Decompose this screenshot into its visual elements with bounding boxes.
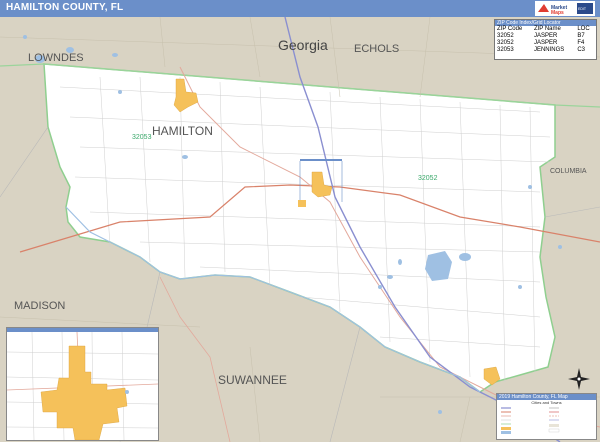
inset-map-jasper[interactable] (6, 327, 159, 441)
zip-cell: JASPER (533, 40, 558, 46)
zip-col-header: ZIP Code (497, 26, 523, 32)
svg-text:EDIT: EDIT (578, 7, 587, 11)
market-maps-logo: Market Maps EDIT (535, 1, 595, 16)
label-georgia: Georgia (278, 37, 328, 53)
zip-cell: 32052 (497, 40, 514, 46)
compass-rose-icon (568, 368, 590, 390)
label-columbia: COLUMBIA (550, 168, 587, 175)
inset-canvas (6, 331, 159, 441)
zip-col-header: LOC (577, 26, 590, 32)
map-title: HAMILTON COUNTY, FL (6, 2, 124, 13)
svg-text:Maps: Maps (551, 10, 564, 16)
jasper-annex[interactable] (298, 200, 306, 207)
map-legend: 2019 Hamilton County, FL Map Cities and … (496, 393, 597, 440)
zip-cell: 32052 (497, 33, 514, 39)
label-hamilton: HAMILTON (152, 124, 213, 138)
grid-locator-marker (300, 159, 342, 161)
inset-pond (125, 390, 129, 394)
legend-swatches (501, 407, 560, 434)
zip-cell: 32053 (497, 47, 514, 53)
label-lowndes: LOWNDES (28, 52, 84, 64)
zip-index-row: 32052 JASPER B7 (495, 33, 596, 40)
zip-index-row: 32052 JASPER F4 (495, 40, 596, 47)
zip-index-table: ZIP Code ZIP Name LOC 32052 JASPER B7 32… (495, 26, 596, 54)
label-zip-32053: 32053 (132, 134, 152, 141)
zip-index-row: 32053 JENNINGS C3 (495, 47, 596, 54)
zip-cell: JASPER (533, 33, 558, 39)
zip-cell: F4 (577, 40, 585, 46)
zip-cell: C3 (577, 47, 586, 53)
label-echols: ECHOLS (354, 43, 400, 55)
map-frame: HAMILTON COUNTY, FL Market Maps EDIT Geo… (0, 0, 600, 442)
zip-code-index: ZIP Code Index/Grid Locator ZIP Code ZIP… (494, 19, 597, 60)
label-zip-32052: 32052 (418, 175, 438, 182)
label-madison: MADISON (14, 300, 66, 312)
title-bar: HAMILTON COUNTY, FL Market Maps EDIT (0, 0, 600, 17)
zip-index-header-row: ZIP Code ZIP Name LOC (495, 26, 596, 33)
zip-col-header: ZIP Name (533, 26, 561, 32)
zip-cell: JENNINGS (533, 47, 565, 53)
zip-cell: B7 (577, 33, 585, 39)
label-suwannee: SUWANNEE (218, 373, 287, 387)
